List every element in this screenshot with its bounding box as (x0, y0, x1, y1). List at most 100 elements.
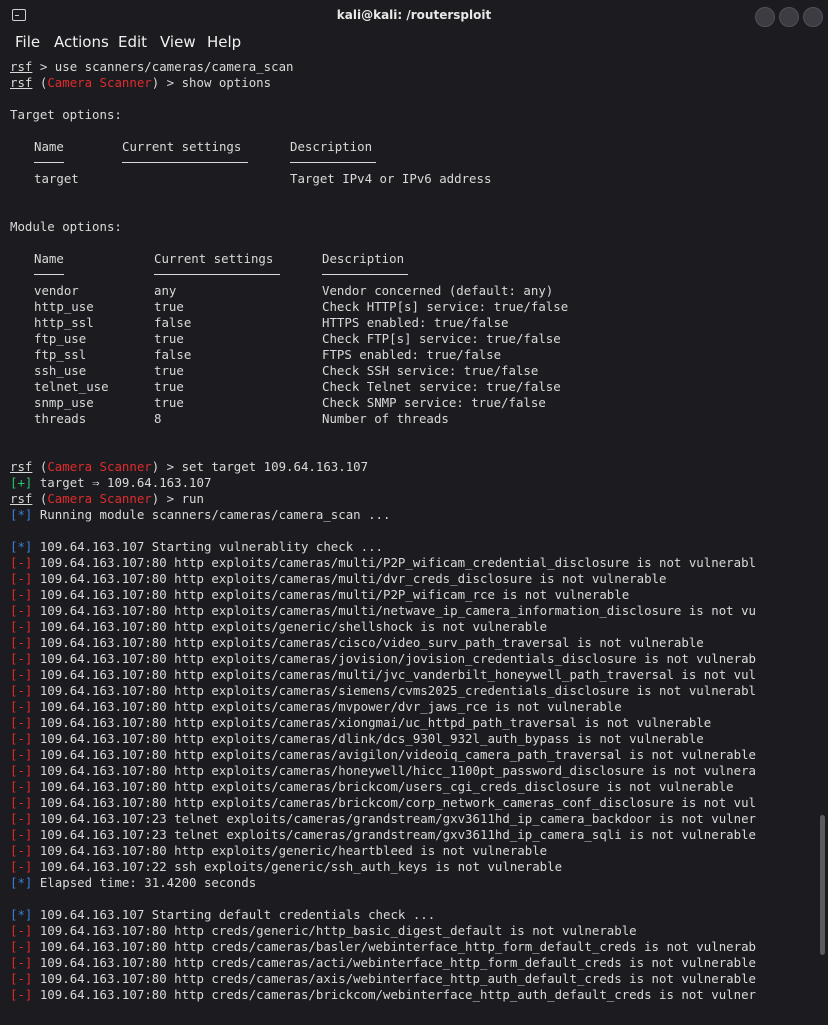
result-text: 109.64.163.107:22 ssh exploits/generic/s… (32, 859, 563, 874)
menu-view[interactable]: View (160, 33, 196, 51)
option-name: ssh_use (34, 363, 87, 378)
menu-actions[interactable]: Actions (54, 33, 109, 51)
prompt-paren: ( (32, 75, 48, 90)
prompt: rsf (10, 491, 33, 506)
column-header: Name (34, 139, 64, 154)
fail-marker: [-] (10, 779, 33, 794)
prompt: rsf (10, 59, 33, 74)
result-text: 109.64.163.107:80 http exploits/cameras/… (32, 715, 712, 730)
fail-marker: [-] (10, 619, 33, 634)
scrollbar[interactable] (820, 815, 825, 955)
result-line: [-] 109.64.163.107:80 http creds/cameras… (10, 939, 756, 955)
command-line: rsf (Camera Scanner) > set target 109.64… (10, 459, 368, 475)
option-description: Check Telnet service: true/false (322, 379, 561, 394)
option-name: threads (34, 411, 87, 426)
result-text: 109.64.163.107:80 http exploits/cameras/… (32, 587, 630, 602)
status-line: [*] 109.64.163.107 Starting vulnerablity… (10, 539, 383, 555)
result-text: 109.64.163.107:80 http creds/generic/htt… (32, 923, 637, 938)
option-description: Check FTP[s] service: true/false (322, 331, 561, 346)
header-underline (34, 274, 64, 275)
command-text: ) > show options (151, 75, 272, 90)
option-description: Check SNMP service: true/false (322, 395, 546, 410)
module-name: Camera Scanner (47, 459, 152, 474)
result-text: 109.64.163.107:80 http exploits/cameras/… (32, 683, 756, 698)
result-text: 109.64.163.107:23 telnet exploits/camera… (32, 827, 756, 842)
result-line: [-] 109.64.163.107:80 http exploits/gene… (10, 619, 547, 635)
fail-marker: [-] (10, 795, 33, 810)
option-value: any (154, 283, 177, 298)
result-line: [-] 109.64.163.107:80 http exploits/came… (10, 683, 756, 699)
fail-marker: [-] (10, 971, 33, 986)
result-line: [-] 109.64.163.107:80 http exploits/came… (10, 635, 704, 651)
title-bar: kali@kali: /routersploit (0, 0, 828, 32)
info-marker: [*] (10, 507, 33, 522)
prompt: rsf (10, 459, 33, 474)
maximize-button[interactable] (779, 7, 799, 27)
result-line: [-] 109.64.163.107:80 http exploits/came… (10, 587, 629, 603)
menu-file[interactable]: File (15, 33, 40, 51)
fail-marker: [-] (10, 731, 33, 746)
result-line: [-] 109.64.163.107:80 http exploits/came… (10, 667, 756, 683)
result-line: [-] 109.64.163.107:80 http exploits/came… (10, 699, 622, 715)
result-text: 109.64.163.107:80 http creds/cameras/bri… (32, 987, 756, 1002)
result-text: 109.64.163.107:80 http exploits/cameras/… (32, 779, 734, 794)
result-line: [-] 109.64.163.107:80 http exploits/came… (10, 795, 756, 811)
result-line: [-] 109.64.163.107:23 telnet exploits/ca… (10, 827, 756, 843)
option-name: http_use (34, 299, 94, 314)
window-title: kali@kali: /routersploit (336, 8, 492, 22)
section-title: Module options: (10, 219, 122, 234)
fail-marker: [-] (10, 603, 33, 618)
minimize-button[interactable] (755, 7, 775, 27)
menu-edit[interactable]: Edit (118, 33, 147, 51)
option-name: vendor (34, 283, 79, 298)
option-name: ftp_use (34, 331, 87, 346)
prompt: rsf (10, 75, 33, 90)
result-text: 109.64.163.107:80 http creds/cameras/axi… (32, 971, 756, 986)
close-button[interactable] (803, 7, 823, 27)
result-text: 109.64.163.107:80 http exploits/cameras/… (32, 603, 756, 618)
command-text: ) > set target 109.64.163.107 (151, 459, 369, 474)
fail-marker: [-] (10, 555, 33, 570)
status-text: 109.64.163.107 Starting vulnerablity che… (32, 539, 384, 554)
fail-marker: [-] (10, 715, 33, 730)
result-line: [-] 109.64.163.107:80 http creds/cameras… (10, 971, 756, 987)
fail-marker: [-] (10, 923, 33, 938)
result-text: 109.64.163.107:80 http exploits/cameras/… (32, 635, 704, 650)
fail-marker: [-] (10, 939, 33, 954)
result-text: 109.64.163.107:80 http exploits/cameras/… (32, 763, 756, 778)
result-text: 109.64.163.107:80 http exploits/cameras/… (32, 795, 756, 810)
option-value: true (154, 299, 184, 314)
column-header: Name (34, 251, 64, 266)
header-underline (122, 162, 248, 163)
status-text: target ⇒ 109.64.163.107 (32, 475, 212, 490)
result-line: [-] 109.64.163.107:80 http exploits/came… (10, 603, 756, 619)
option-value: 8 (154, 411, 162, 426)
result-line: [-] 109.64.163.107:22 ssh exploits/gener… (10, 859, 562, 875)
fail-marker: [-] (10, 747, 33, 762)
status-line: [*] Running module scanners/cameras/came… (10, 507, 390, 523)
menu-help[interactable]: Help (207, 33, 241, 51)
option-description: FTPS enabled: true/false (322, 347, 502, 362)
column-header: Description (290, 139, 373, 154)
status-text: Running module scanners/cameras/camera_s… (32, 507, 391, 522)
result-line: [-] 109.64.163.107:80 http creds/cameras… (10, 987, 756, 1003)
info-marker: [*] (10, 875, 33, 890)
result-text: 109.64.163.107:80 http exploits/cameras/… (32, 667, 756, 682)
option-description: Check SSH service: true/false (322, 363, 539, 378)
option-name: telnet_use (34, 379, 109, 394)
fail-marker: [-] (10, 571, 33, 586)
header-underline (322, 274, 408, 275)
result-text: 109.64.163.107:80 http creds/cameras/act… (32, 955, 756, 970)
command-line: rsf > use scanners/cameras/camera_scan (10, 59, 293, 75)
option-name: snmp_use (34, 395, 94, 410)
result-line: [-] 109.64.163.107:80 http creds/cameras… (10, 955, 756, 971)
fail-marker: [-] (10, 763, 33, 778)
option-description: Target IPv4 or IPv6 address (290, 171, 492, 186)
result-line: [-] 109.64.163.107:80 http exploits/gene… (10, 843, 547, 859)
result-line: [-] 109.64.163.107:80 http exploits/came… (10, 731, 704, 747)
terminal-output[interactable]: rsf > use scanners/cameras/camera_scan r… (10, 59, 810, 1019)
command-text: > use scanners/cameras/camera_scan (32, 59, 294, 74)
column-header: Current settings (122, 139, 242, 154)
status-text: Elapsed time: 31.4200 seconds (32, 875, 257, 890)
column-header: Current settings (154, 251, 274, 266)
